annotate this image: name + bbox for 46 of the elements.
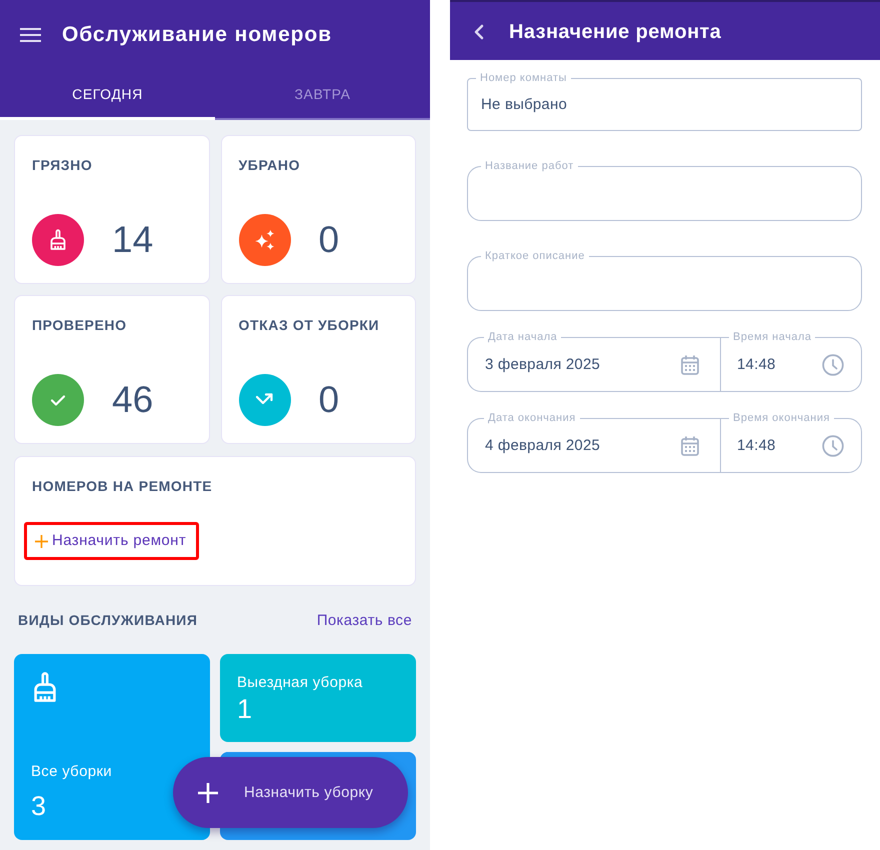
plus-icon <box>198 782 218 802</box>
broom-icon <box>34 672 56 702</box>
app-title: Назначение ремонта <box>509 20 722 44</box>
card-title: ГРЯЗНО <box>32 157 94 173</box>
section-title: ВИДЫ ОБСЛУЖИВАНИЯ <box>18 612 198 628</box>
field-label: Название работ <box>481 159 578 173</box>
clock-icon[interactable] <box>822 354 844 376</box>
tab[interactable]: ЗАВТРА <box>215 70 430 120</box>
card-count: 0 <box>318 219 340 261</box>
field-label: Дата начала <box>484 330 562 344</box>
plus-icon <box>35 534 48 548</box>
card-title: НОМЕРОВ НА РЕМОНТЕ <box>32 478 214 494</box>
field-label: Время окончания <box>729 411 834 425</box>
field-label: Краткое описание <box>481 249 589 263</box>
card-count: 46 <box>112 379 154 421</box>
field-value: 14:48 <box>737 356 776 373</box>
card-title: ПРОВЕРЕНО <box>32 317 128 333</box>
tile-count: 3 <box>31 791 48 821</box>
tile-label: Все уборки <box>31 763 113 781</box>
app-title: Обслуживание номеров <box>62 23 332 47</box>
field-value: 14:48 <box>737 437 776 454</box>
card-count: 0 <box>318 379 340 421</box>
card-title: ОТКАЗ ОТ УБОРКИ <box>238 317 380 333</box>
tab[interactable]: СЕГОДНЯ <box>0 70 215 120</box>
calendar-icon[interactable] <box>681 436 699 456</box>
field-value: 4 февраля 2025 <box>485 437 600 454</box>
field-label: Время начала <box>729 330 816 344</box>
field-label: Дата окончания <box>484 411 580 425</box>
back-icon[interactable] <box>474 24 484 40</box>
status-card[interactable]: ПРОВЕРЕНО 46 <box>14 295 210 444</box>
assign-repair-link[interactable]: Назначить ремонт <box>33 531 188 551</box>
card-title: УБРАНО <box>238 157 302 173</box>
card-count: 14 <box>112 219 154 261</box>
assign-cleaning-button[interactable]: Назначить уборку <box>173 757 408 828</box>
status-card[interactable]: ОТКАЗ ОТ УБОРКИ 0 <box>220 295 416 444</box>
menu-icon[interactable] <box>20 28 41 42</box>
field-value: 3 февраля 2025 <box>485 356 600 373</box>
status-card[interactable]: ГРЯЗНО 14 <box>14 135 210 284</box>
field-label: Номер комнаты <box>476 71 571 85</box>
clock-icon[interactable] <box>822 434 844 456</box>
show-all-link[interactable]: Показать все <box>316 612 412 628</box>
tile-count: 1 <box>237 694 254 724</box>
calendar-icon[interactable] <box>681 354 699 374</box>
tile-label: Выездная уборка <box>237 674 364 692</box>
status-card[interactable]: УБРАНО 0 <box>220 135 416 284</box>
field-value: Не выбрано <box>481 96 567 113</box>
